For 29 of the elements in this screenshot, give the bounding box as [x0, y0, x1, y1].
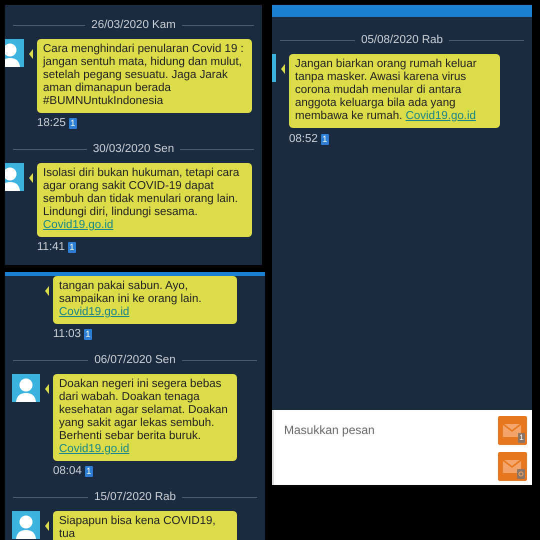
message-time: 11:03: [53, 328, 81, 341]
sim-badge: 1: [68, 242, 76, 253]
sim-badge: 1: [84, 329, 92, 340]
message-text: Cara menghindari penularan Covid 19 : jangan sentuh mata, hidung dan mulut, setelah pegang sesuatu. Jaga Jarak aman dimanapun berada #BUMNUntukIndonesia: [43, 43, 244, 107]
sim-badge: 1: [84, 466, 93, 477]
message-text: Siapapun bisa kena COVID19, tua: [59, 515, 216, 540]
date-label: 26/03/2020 Kam: [91, 19, 176, 32]
message-link[interactable]: Covid19.go.id: [59, 443, 130, 455]
message-field[interactable]: Masukkan pesan: [284, 422, 464, 438]
send-button[interactable]: 1: [498, 416, 527, 445]
message-text: Doakan negeri ini segera bebas dari wabah. Doakan tenaga kesehatan agar selamat. Doakan yang sakit agar lekas sembuh. Berhenti sebar berita buruk. Covid19.go.id: [59, 378, 228, 455]
message-text: Jangan biarkan orang rumah keluar tanpa masker. Awasi karena virus corona mudah menular di antara anggota keluarga bila ada yang membawa ke rumah. Covid19.go.id: [295, 58, 477, 122]
sim-icon: [517, 469, 525, 479]
date-label: 06/07/2020 Sen: [94, 354, 176, 367]
message-link[interactable]: Covid19.go.id: [59, 306, 130, 318]
message-time: 18:25: [37, 117, 66, 130]
send-button[interactable]: [498, 452, 527, 481]
sim-badge: 1: [320, 134, 329, 144]
message-link[interactable]: Covid19.go.id: [406, 110, 476, 122]
date-label: 15/07/2020 Rab: [94, 491, 176, 504]
date-label: 30/03/2020 Sen: [92, 143, 174, 156]
message-link[interactable]: Covid19.go.id: [43, 219, 114, 231]
message-text: tangan pakai sabun. Ayo, sampaikan ini ke orang lain. Covid19.go.id: [59, 280, 202, 318]
sim-badge: 1: [68, 118, 77, 129]
date-label: 05/08/2020 Rab: [361, 34, 443, 46]
message-text: Isolasi diri bukan hukuman, tetapi cara agar orang sakit COVID-19 dapat sembuh dan tidak menulari orang lain. Lindungi diri, lindungi sesama. Covid19.go.id: [43, 167, 240, 231]
message-time: 08:04: [53, 465, 82, 478]
message-time: 11:41: [37, 241, 65, 254]
message-time: 08:52: [289, 132, 318, 146]
